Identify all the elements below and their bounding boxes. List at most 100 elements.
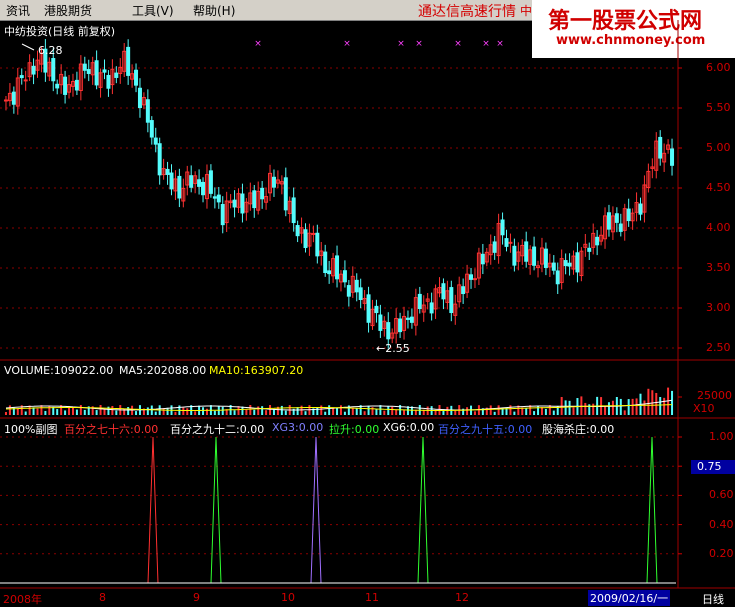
- cursor-date: 2009/02/16/一: [588, 590, 671, 606]
- price-tick-label: 5.50: [706, 101, 731, 114]
- candle-body: [398, 318, 403, 333]
- candle-body: [157, 143, 162, 176]
- price-tick-label: 5.00: [706, 141, 731, 154]
- indicator-lasheng: 拉升:0.00: [329, 423, 380, 436]
- candle-body: [149, 120, 154, 138]
- candle-body: [323, 251, 328, 274]
- candle-body: [114, 72, 119, 78]
- candle-body: [31, 65, 36, 75]
- candle-body: [508, 241, 513, 244]
- signal-marker: ×: [496, 39, 504, 49]
- candle-body: [134, 69, 139, 86]
- candle-body: [567, 262, 572, 267]
- signal-marker: ×: [415, 39, 423, 49]
- candle-body: [524, 241, 529, 262]
- candle-body: [374, 305, 379, 314]
- candle-body: [500, 219, 505, 236]
- candle-body: [366, 294, 371, 323]
- candle-body: [303, 229, 308, 249]
- price-tick-label: 4.00: [706, 221, 731, 234]
- candle-body: [358, 287, 363, 300]
- indicator-guhai: 股海杀庄:0.00: [542, 423, 615, 436]
- candle-body: [240, 193, 245, 214]
- candle-body: [260, 187, 265, 200]
- volume-ma10: MA10:163907.20: [209, 364, 304, 377]
- signal-marker: ×: [397, 39, 405, 49]
- candle-body: [311, 232, 316, 235]
- candle-body: [449, 287, 454, 314]
- indicator-tick-label: 0.40: [709, 517, 734, 531]
- candle-body: [295, 225, 300, 237]
- candle-body: [232, 199, 237, 208]
- candle-body: [201, 181, 206, 196]
- price-tick-label: 4.50: [706, 181, 731, 194]
- candle-body: [283, 177, 288, 211]
- candle-body: [86, 69, 91, 74]
- candle-body: [575, 252, 580, 273]
- candle-body: [614, 213, 619, 223]
- indicator-tick-label: 1.00: [709, 430, 734, 443]
- indicator-signal-spike: [310, 436, 322, 584]
- candle-body: [461, 286, 466, 295]
- high-marker-arrow: [21, 43, 35, 51]
- candle-body: [11, 91, 16, 105]
- candle-body: [208, 170, 213, 194]
- indicator-name: 100%副图: [4, 423, 58, 436]
- indicator-cursor-value: 0.75: [691, 460, 735, 474]
- candle-body: [606, 212, 611, 230]
- indicator-signal-spike: [646, 436, 658, 584]
- candle-body: [145, 99, 150, 123]
- candle-body: [472, 278, 477, 281]
- candle-body: [638, 203, 643, 215]
- candle-body: [252, 190, 257, 209]
- candle-body: [220, 204, 225, 226]
- period-label[interactable]: 日线: [702, 591, 724, 607]
- price-tick-label: 3.00: [706, 301, 731, 314]
- candle-body: [216, 194, 221, 203]
- x-label-nov: 11: [365, 591, 379, 604]
- candle-body: [291, 197, 296, 224]
- candle-body: [626, 208, 631, 222]
- candle-body: [409, 316, 414, 323]
- volume-ma5: MA5:202088.00: [119, 364, 207, 377]
- candle-body: [386, 322, 391, 340]
- candle-body: [543, 248, 548, 268]
- candle-body: [335, 255, 340, 280]
- indicator-xg3: XG3:0.00: [272, 421, 324, 434]
- indicator-signal-spike: [147, 436, 159, 584]
- candle-body: [469, 274, 474, 280]
- candle-body: [197, 179, 202, 187]
- indicator-xg6: XG6:0.00: [383, 421, 435, 434]
- volume-unit: X10: [693, 402, 715, 415]
- price-tick-label: 3.50: [706, 261, 731, 274]
- candle-body: [342, 270, 347, 283]
- candle-body: [532, 246, 537, 266]
- candle-body: [74, 79, 79, 91]
- candle-body: [63, 76, 68, 95]
- indicator-signal-spike: [417, 436, 429, 584]
- candle-body: [417, 293, 422, 310]
- volume-axis-tick: 25000: [697, 389, 732, 402]
- candle-body: [19, 75, 24, 79]
- signal-marker: ×: [254, 39, 262, 49]
- indicator-tick-label: 0.60: [709, 488, 734, 502]
- volume-value: VOLUME:109022.00: [4, 364, 114, 377]
- candle-body: [169, 172, 174, 190]
- x-label-oct: 10: [281, 591, 295, 604]
- candle-body: [165, 168, 170, 175]
- candle-body: [512, 245, 517, 266]
- candle-body: [126, 46, 131, 76]
- candle-body: [555, 270, 560, 285]
- candle-body: [480, 253, 485, 265]
- x-label-sep: 9: [193, 591, 200, 604]
- chart-canvas[interactable]: × × × × × × ×: [0, 0, 735, 607]
- candle-body: [3, 99, 8, 102]
- candle-body: [354, 279, 359, 293]
- signal-marker: ×: [343, 39, 351, 49]
- candle-body: [23, 79, 28, 82]
- x-label-2008: 2008年: [3, 593, 42, 606]
- candle-body: [271, 176, 276, 188]
- signal-marker: ×: [482, 39, 490, 49]
- indicator-pct76: 百分之七十六:0.00: [64, 423, 159, 436]
- candle-body: [189, 175, 194, 188]
